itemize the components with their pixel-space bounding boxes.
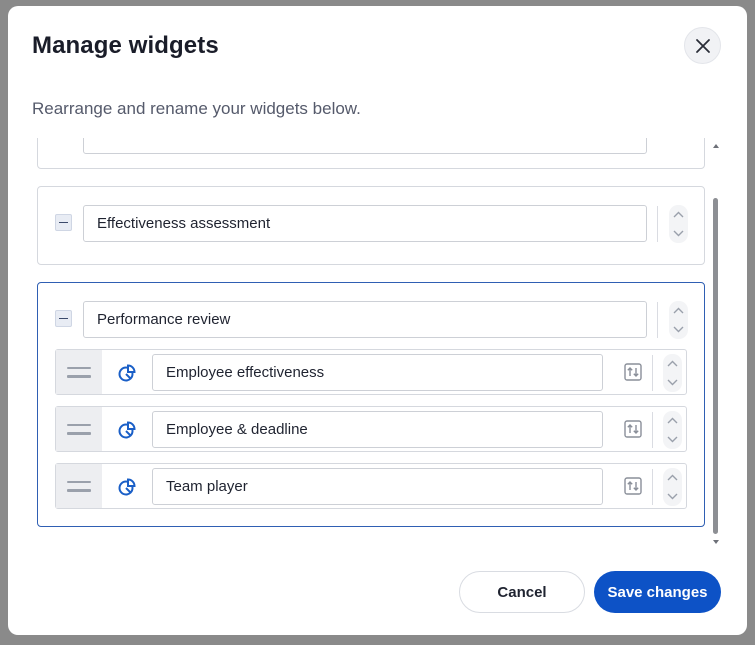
cancel-button[interactable]: Cancel — [459, 571, 585, 613]
pie-chart-icon — [118, 478, 136, 496]
pie-chart-icon — [118, 421, 136, 439]
divider — [652, 469, 653, 505]
reorder-stepper[interactable] — [669, 205, 688, 243]
group-name-input[interactable]: Effectiveness assessment — [83, 205, 647, 242]
pie-chart-icon — [118, 364, 136, 382]
scrollbar[interactable] — [712, 142, 720, 546]
widget-group-card: Effectiveness assessment — [37, 186, 705, 265]
widget-group-card — [37, 138, 705, 169]
collapse-button[interactable] — [55, 214, 72, 231]
swap-icon[interactable] — [623, 419, 643, 439]
chevron-down-icon[interactable] — [669, 226, 688, 240]
reorder-stepper[interactable] — [663, 354, 682, 392]
widget-row: Team player — [55, 463, 687, 509]
dialog-title: Manage widgets — [32, 32, 219, 59]
chevron-up-icon[interactable] — [663, 471, 682, 485]
divider — [652, 412, 653, 448]
manage-widgets-dialog: Manage widgets Rearrange and rename your… — [8, 6, 747, 635]
drag-handle-icon[interactable] — [56, 407, 102, 451]
widget-row: Employee effectiveness — [55, 349, 687, 395]
widget-name-input[interactable]: Employee & deadline — [152, 411, 603, 448]
reorder-stepper[interactable] — [663, 468, 682, 506]
widget-list: Effectiveness assessment Performance rev… — [8, 138, 747, 548]
scroll-down-arrow-icon[interactable] — [712, 538, 720, 546]
chevron-up-icon[interactable] — [663, 414, 682, 428]
widget-row: Employee & deadline — [55, 406, 687, 452]
collapse-button[interactable] — [55, 310, 72, 327]
reorder-stepper[interactable] — [669, 301, 688, 339]
chevron-down-icon[interactable] — [669, 322, 688, 336]
widget-name-input[interactable]: Employee effectiveness — [152, 354, 603, 391]
reorder-stepper[interactable] — [663, 411, 682, 449]
scroll-up-arrow-icon[interactable] — [712, 142, 720, 150]
divider — [657, 302, 658, 338]
group-name-input[interactable] — [83, 138, 647, 154]
chevron-down-icon[interactable] — [663, 375, 682, 389]
drag-handle-icon[interactable] — [56, 464, 102, 508]
close-button[interactable] — [684, 27, 721, 64]
close-icon — [695, 38, 710, 53]
chevron-up-icon[interactable] — [669, 208, 688, 222]
chevron-up-icon[interactable] — [669, 304, 688, 318]
divider — [657, 206, 658, 242]
scrollbar-thumb[interactable] — [713, 198, 718, 534]
dialog-subtitle: Rearrange and rename your widgets below. — [32, 99, 361, 118]
swap-icon[interactable] — [623, 476, 643, 496]
swap-icon[interactable] — [623, 362, 643, 382]
group-name-input[interactable]: Performance review — [83, 301, 647, 338]
save-changes-button[interactable]: Save changes — [594, 571, 721, 613]
chevron-down-icon[interactable] — [663, 432, 682, 446]
widget-group-card-active: Performance review Employee effectivenes… — [37, 282, 705, 527]
divider — [652, 355, 653, 391]
chevron-up-icon[interactable] — [663, 357, 682, 371]
chevron-down-icon[interactable] — [663, 489, 682, 503]
widget-name-input[interactable]: Team player — [152, 468, 603, 505]
drag-handle-icon[interactable] — [56, 350, 102, 394]
